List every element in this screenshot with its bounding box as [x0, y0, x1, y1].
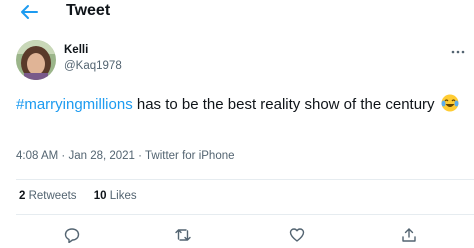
- author-handle[interactable]: @Kaq1978: [64, 60, 122, 72]
- tweet-body: has to be the best reality show of the c…: [132, 96, 435, 113]
- face-with-tears-of-joy-icon: [441, 94, 459, 112]
- tweet-source[interactable]: Twitter for iPhone: [145, 150, 234, 162]
- meta-separator: ·: [61, 150, 66, 162]
- tweet-date[interactable]: Jan 28, 2021: [68, 150, 135, 162]
- likes-label: Likes: [109, 190, 137, 202]
- tweet-metadata: 4:08 AM · Jan 28, 2021 · Twitter for iPh…: [16, 150, 235, 162]
- header-bar: Tweet: [0, 0, 474, 26]
- retweets-stat[interactable]: 2 Retweets: [19, 190, 77, 202]
- tweet-time[interactable]: 4:08 AM: [16, 150, 58, 162]
- avatar[interactable]: [16, 40, 56, 80]
- back-arrow-icon[interactable]: [19, 3, 39, 21]
- author-name[interactable]: Kelli: [64, 44, 88, 56]
- divider: [16, 214, 474, 215]
- more-icon[interactable]: [451, 42, 465, 54]
- tweet-text: #marryingmillions has to be the best rea…: [16, 93, 466, 117]
- retweets-count: 2: [19, 190, 26, 202]
- likes-stat[interactable]: 10 Likes: [94, 190, 137, 202]
- tweet-stats: 2 Retweets 10 Likes: [19, 190, 151, 202]
- meta-separator: ·: [138, 150, 143, 162]
- likes-count: 10: [93, 190, 107, 202]
- retweet-icon[interactable]: [175, 227, 191, 243]
- share-icon[interactable]: [401, 227, 417, 243]
- page-title: Tweet: [66, 2, 111, 19]
- divider: [16, 179, 474, 180]
- reply-icon[interactable]: [64, 227, 80, 244]
- like-icon[interactable]: [289, 227, 305, 243]
- hashtag-link[interactable]: #marryingmillions: [16, 96, 133, 113]
- retweets-label: Retweets: [28, 190, 77, 202]
